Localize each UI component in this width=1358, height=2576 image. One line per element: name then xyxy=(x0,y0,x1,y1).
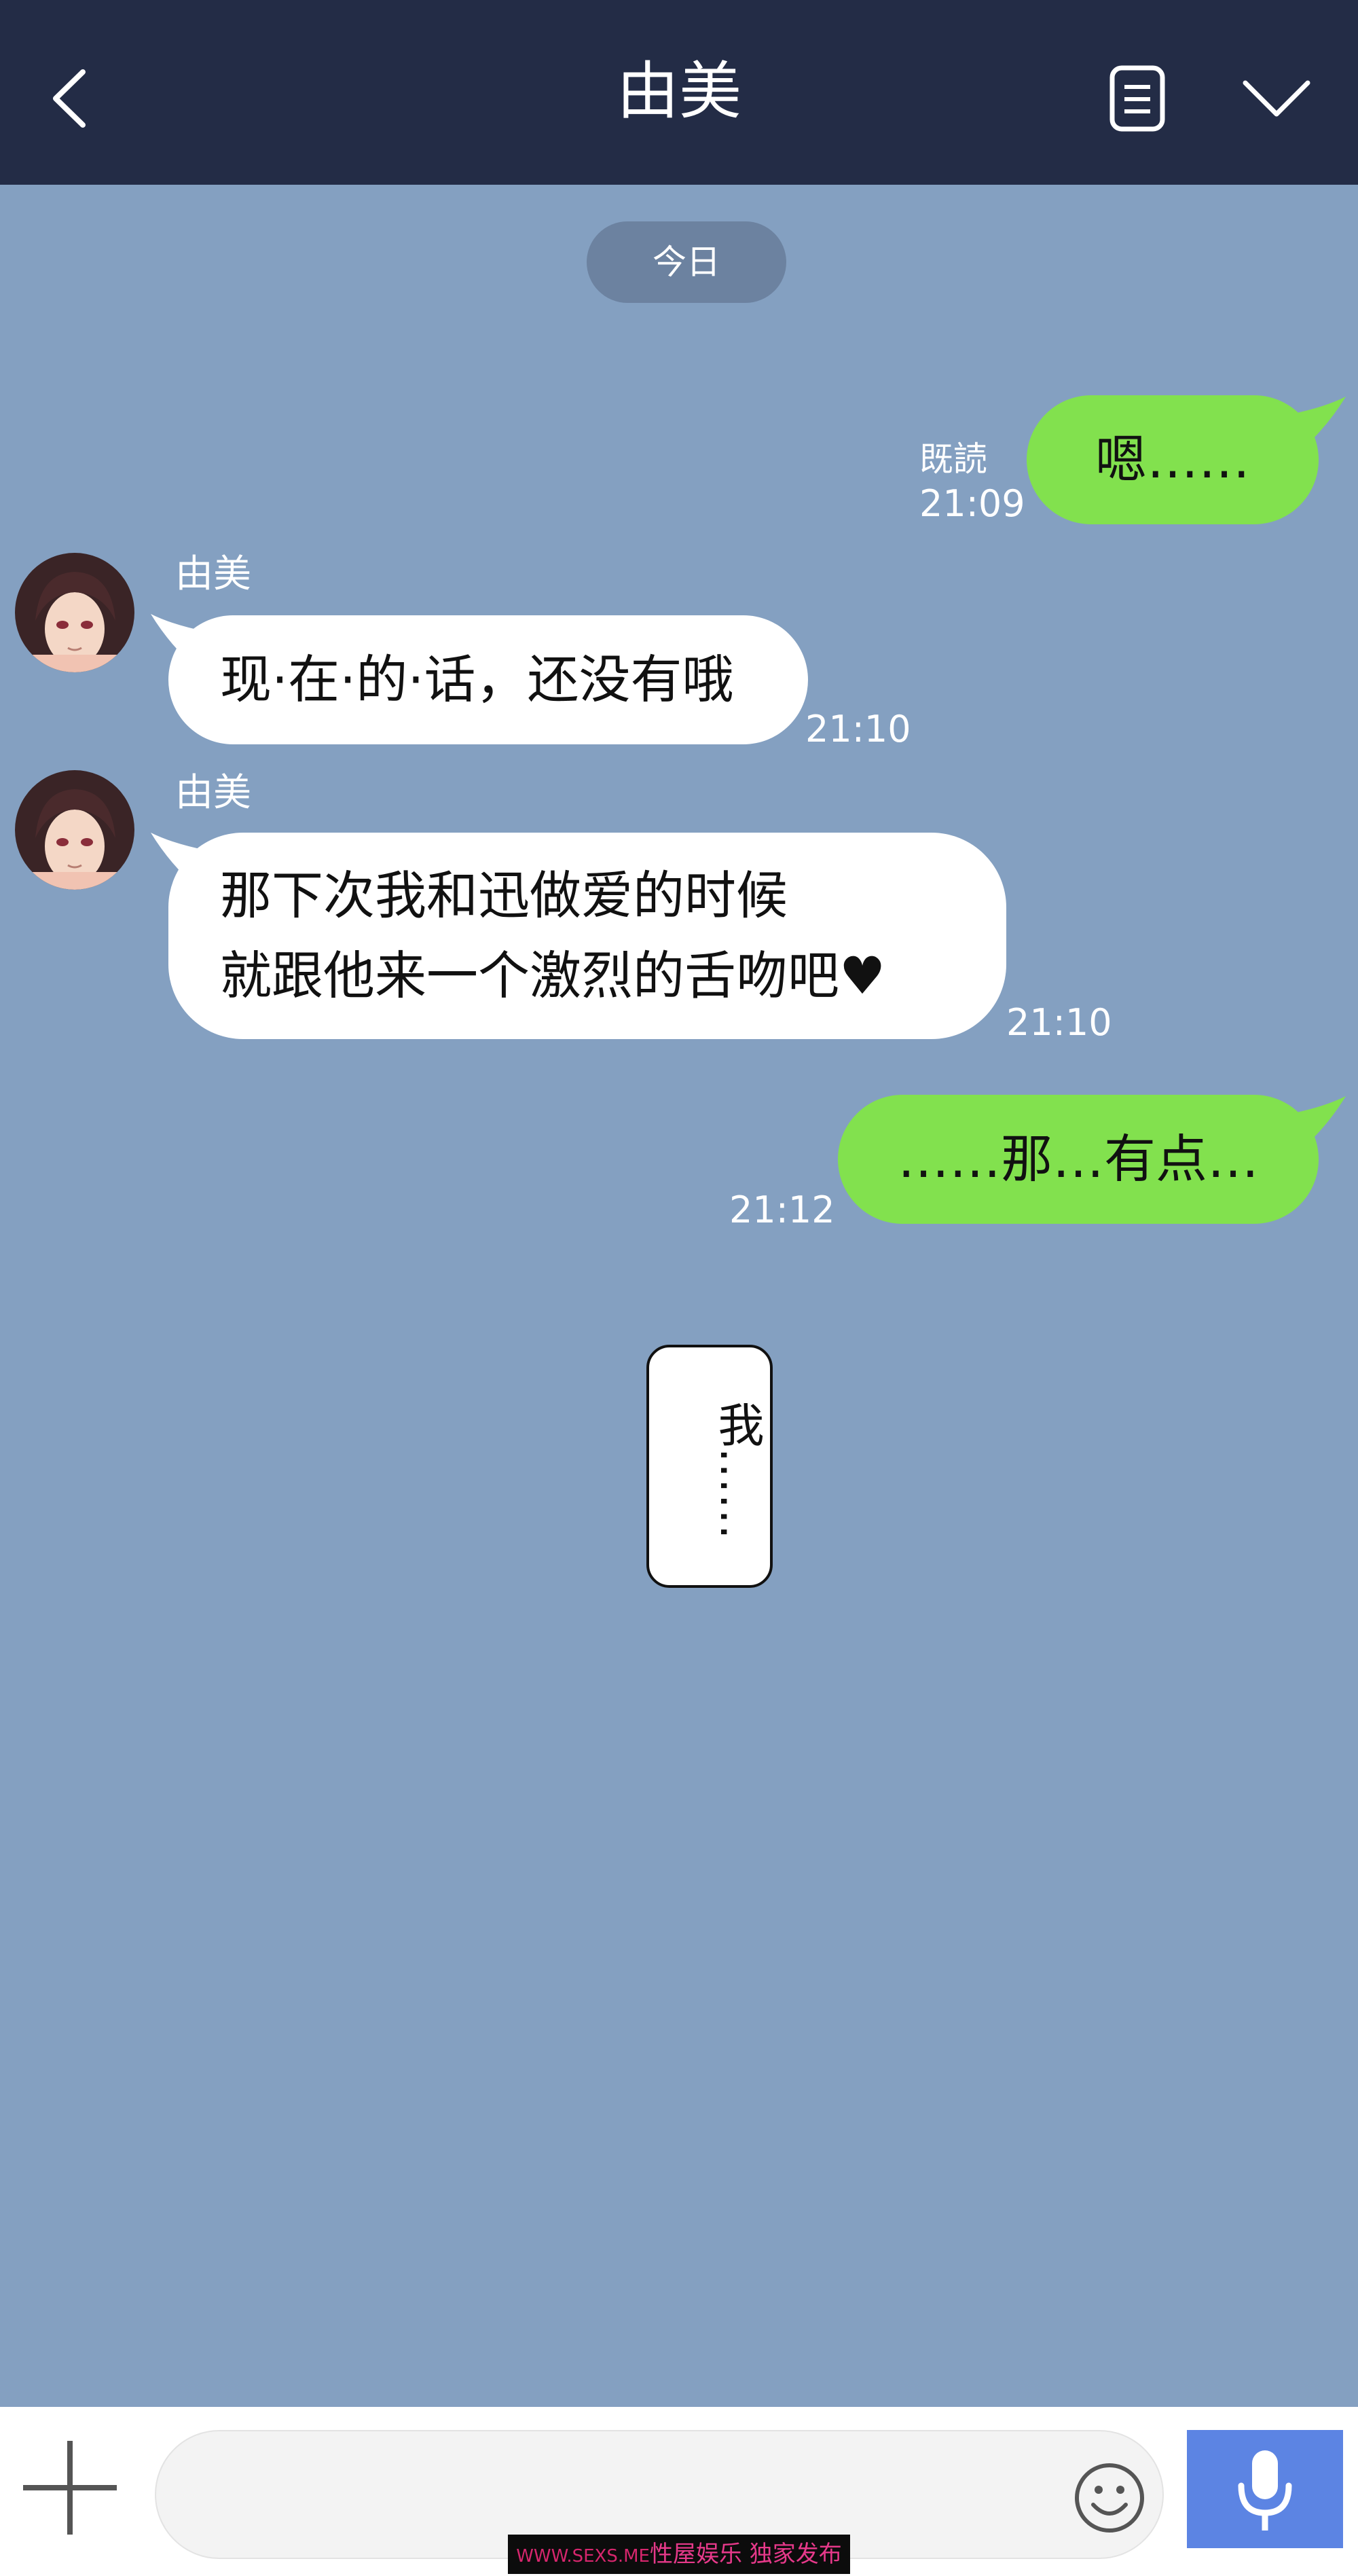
avatar-image xyxy=(15,770,134,890)
message-bubble-incoming[interactable]: 那下次我和迅做爱的时候 就跟他来一个激烈的舌吻吧♥ xyxy=(168,833,1006,1039)
chat-header: 由美 xyxy=(0,0,1358,185)
microphone-icon xyxy=(1238,2450,1292,2530)
message-time: 21:09 xyxy=(919,482,1025,525)
message-text: 现·在·的·话，还没有哦 xyxy=(220,649,734,710)
message-bubble-outgoing[interactable]: 嗯…… xyxy=(1027,395,1319,524)
message-time: 21:10 xyxy=(1006,1001,1112,1044)
avatar[interactable] xyxy=(15,553,134,672)
avatar-image xyxy=(15,553,134,672)
plus-icon[interactable] xyxy=(20,2438,120,2537)
sender-name: 由美 xyxy=(175,552,251,596)
smiley-icon[interactable] xyxy=(1071,2460,1148,2536)
message-bubble-incoming[interactable]: 现·在·的·话，还没有哦 xyxy=(168,615,808,744)
read-receipt: 既読 xyxy=(919,439,987,479)
message-line: 就跟他来一个激烈的舌吻吧♥ xyxy=(220,945,886,1006)
message-text: ……那…有点… xyxy=(898,1129,1259,1189)
document-icon[interactable] xyxy=(1100,61,1175,136)
thought-text: 我…… xyxy=(710,1401,763,1540)
date-divider: 今日 xyxy=(587,221,786,303)
watermark-url: WWW.SEXS.ME xyxy=(516,2546,650,2566)
message-line: 那下次我和迅做爱的时候 xyxy=(220,865,788,926)
chevron-down-icon[interactable] xyxy=(1236,68,1317,129)
avatar[interactable] xyxy=(15,770,134,890)
sender-name: 由美 xyxy=(175,771,251,815)
message-bubble-outgoing[interactable]: ……那…有点… xyxy=(838,1095,1319,1224)
message-time: 21:10 xyxy=(805,708,911,750)
message-time: 21:12 xyxy=(729,1189,835,1231)
thought-caption: 我…… xyxy=(646,1345,773,1588)
microphone-button[interactable] xyxy=(1187,2430,1343,2548)
watermark-slogan: 性屋娱乐 独家发布 xyxy=(649,2541,842,2568)
message-text: 嗯…… xyxy=(1095,429,1250,490)
watermark: WWW.SEXS.ME性屋娱乐 独家发布 xyxy=(508,2535,850,2574)
